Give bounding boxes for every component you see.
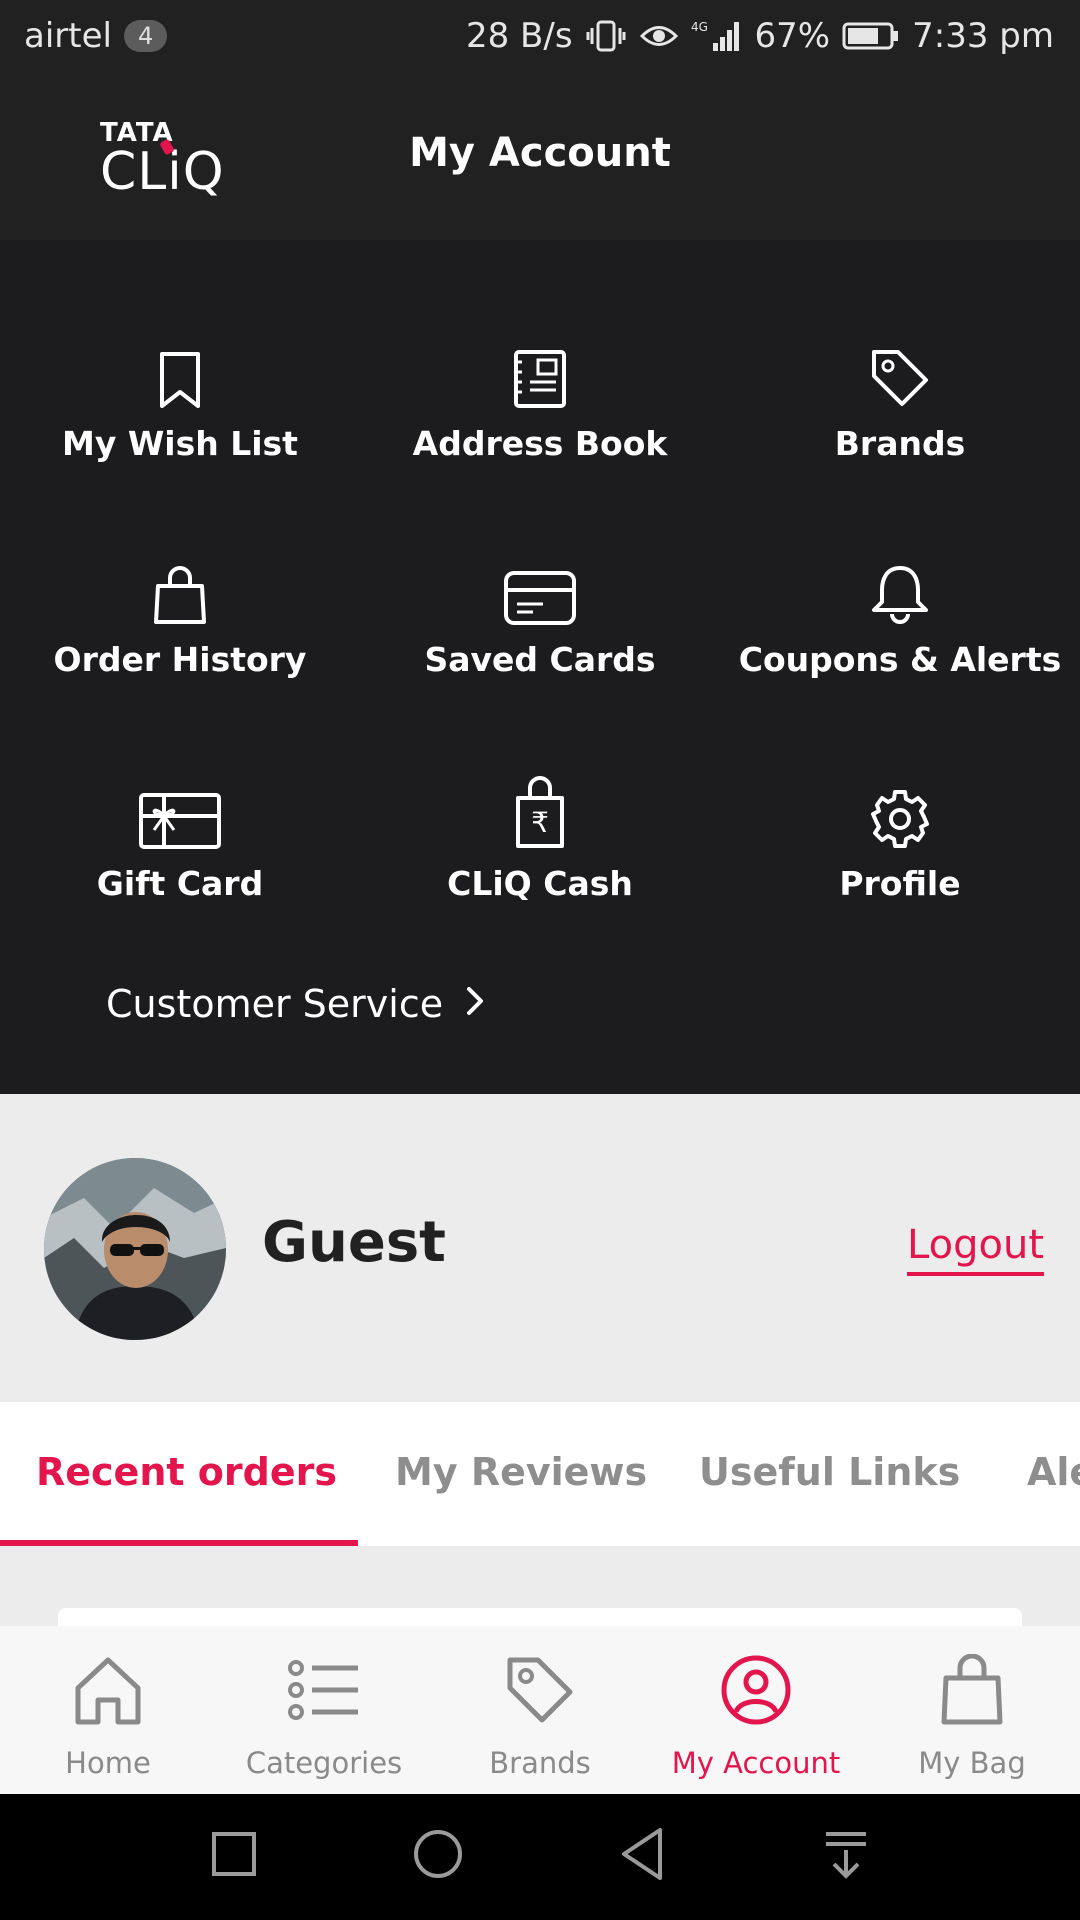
account-tabs: Recent orders My Reviews Useful Links Al…	[0, 1402, 1080, 1546]
menu-item-coupons-alerts[interactable]: Coupons & Alerts	[720, 546, 1080, 726]
tab-my-reviews[interactable]: My Reviews	[395, 1450, 647, 1494]
avatar[interactable]	[44, 1158, 226, 1340]
vibrate-icon	[585, 19, 627, 53]
nav-my-bag[interactable]: My Bag	[864, 1648, 1080, 1780]
menu-item-label: Saved Cards	[424, 640, 656, 679]
nav-label: Home	[65, 1746, 151, 1780]
battery-percent: 67%	[754, 16, 831, 56]
menu-item-label: Coupons & Alerts	[738, 640, 1062, 679]
chevron-right-icon	[465, 982, 485, 1026]
logout-button[interactable]: Logout	[907, 1222, 1044, 1276]
shopping-bag-icon	[0, 546, 360, 626]
nav-my-account[interactable]: My Account	[648, 1648, 864, 1780]
home-icon	[0, 1648, 216, 1732]
nav-label: My Bag	[918, 1746, 1026, 1780]
profile-section: Guest Logout	[0, 1094, 1080, 1402]
system-navigation-bar	[0, 1794, 1080, 1920]
credit-card-icon	[360, 546, 720, 626]
user-name: Guest	[262, 1210, 446, 1275]
menu-item-order-history[interactable]: Order History	[0, 546, 360, 726]
eye-icon	[639, 21, 679, 51]
svg-text:₹: ₹	[531, 806, 549, 839]
customer-service-link[interactable]: Customer Service	[106, 982, 485, 1026]
tag-icon	[432, 1648, 648, 1732]
menu-item-label: Brands	[834, 424, 966, 463]
network-speed: 28 B/s	[465, 16, 573, 56]
carrier-badge: 4	[123, 20, 168, 52]
battery-icon	[842, 21, 900, 51]
menu-item-brands[interactable]: Brands	[720, 330, 1080, 510]
menu-item-label: Gift Card	[96, 864, 264, 903]
account-icon	[648, 1648, 864, 1732]
menu-item-profile[interactable]: Profile	[720, 770, 1080, 950]
status-bar: airtel 4 28 B/s 4G 67% 7:33 pm	[0, 0, 1080, 76]
menu-item-label: My Wish List	[62, 424, 298, 463]
address-book-icon	[360, 330, 720, 410]
nav-label: Categories	[245, 1746, 403, 1780]
gift-card-icon	[0, 770, 360, 850]
nav-home[interactable]: Home	[0, 1648, 216, 1780]
menu-item-saved-cards[interactable]: Saved Cards	[360, 546, 720, 726]
tab-alerts[interactable]: Alerts	[1027, 1450, 1080, 1494]
back-icon[interactable]	[618, 1826, 666, 1886]
menu-item-label: CLiQ Cash	[447, 864, 633, 903]
nav-categories[interactable]: Categories	[216, 1648, 432, 1780]
nav-label: Brands	[489, 1746, 591, 1780]
menu-item-label: Address Book	[412, 424, 668, 463]
notification-pull-icon[interactable]	[822, 1830, 870, 1884]
bottom-navigation: Home Categories Brands My Account My Bag	[0, 1626, 1080, 1794]
bell-icon	[720, 546, 1080, 626]
nav-brands[interactable]: Brands	[432, 1648, 648, 1780]
customer-service-label: Customer Service	[106, 982, 444, 1026]
app-header: TATA CLiQ My Account	[0, 76, 1080, 240]
menu-item-label: Order History	[53, 640, 307, 679]
tab-recent-orders[interactable]: Recent orders	[36, 1450, 337, 1494]
rupee-bag-icon: ₹	[360, 750, 720, 850]
carrier-name: airtel	[24, 16, 112, 56]
recent-apps-icon[interactable]	[210, 1830, 258, 1882]
menu-item-label: Profile	[839, 864, 961, 903]
menu-item-address-book[interactable]: Address Book	[360, 330, 720, 510]
menu-item-gift-card[interactable]: Gift Card	[0, 770, 360, 950]
bookmark-icon	[0, 330, 360, 410]
gear-icon	[720, 770, 1080, 850]
clock: 7:33 pm	[912, 16, 1054, 56]
list-icon	[216, 1648, 432, 1732]
bag-icon	[864, 1648, 1080, 1732]
nav-label: My Account	[671, 1746, 841, 1780]
menu-item-wishlist[interactable]: My Wish List	[0, 330, 360, 510]
tab-content	[0, 1546, 1080, 1648]
signal-icon: 4G	[691, 19, 743, 53]
tag-icon	[720, 330, 1080, 410]
tab-useful-links[interactable]: Useful Links	[699, 1450, 960, 1494]
account-menu: My Wish List Address Book Brands Order H…	[0, 240, 1080, 1094]
svg-text:4G: 4G	[691, 20, 708, 34]
page-title: My Account	[409, 130, 671, 176]
menu-item-cliq-cash[interactable]: ₹ CLiQ Cash	[360, 750, 720, 930]
home-button-icon[interactable]	[412, 1828, 464, 1884]
